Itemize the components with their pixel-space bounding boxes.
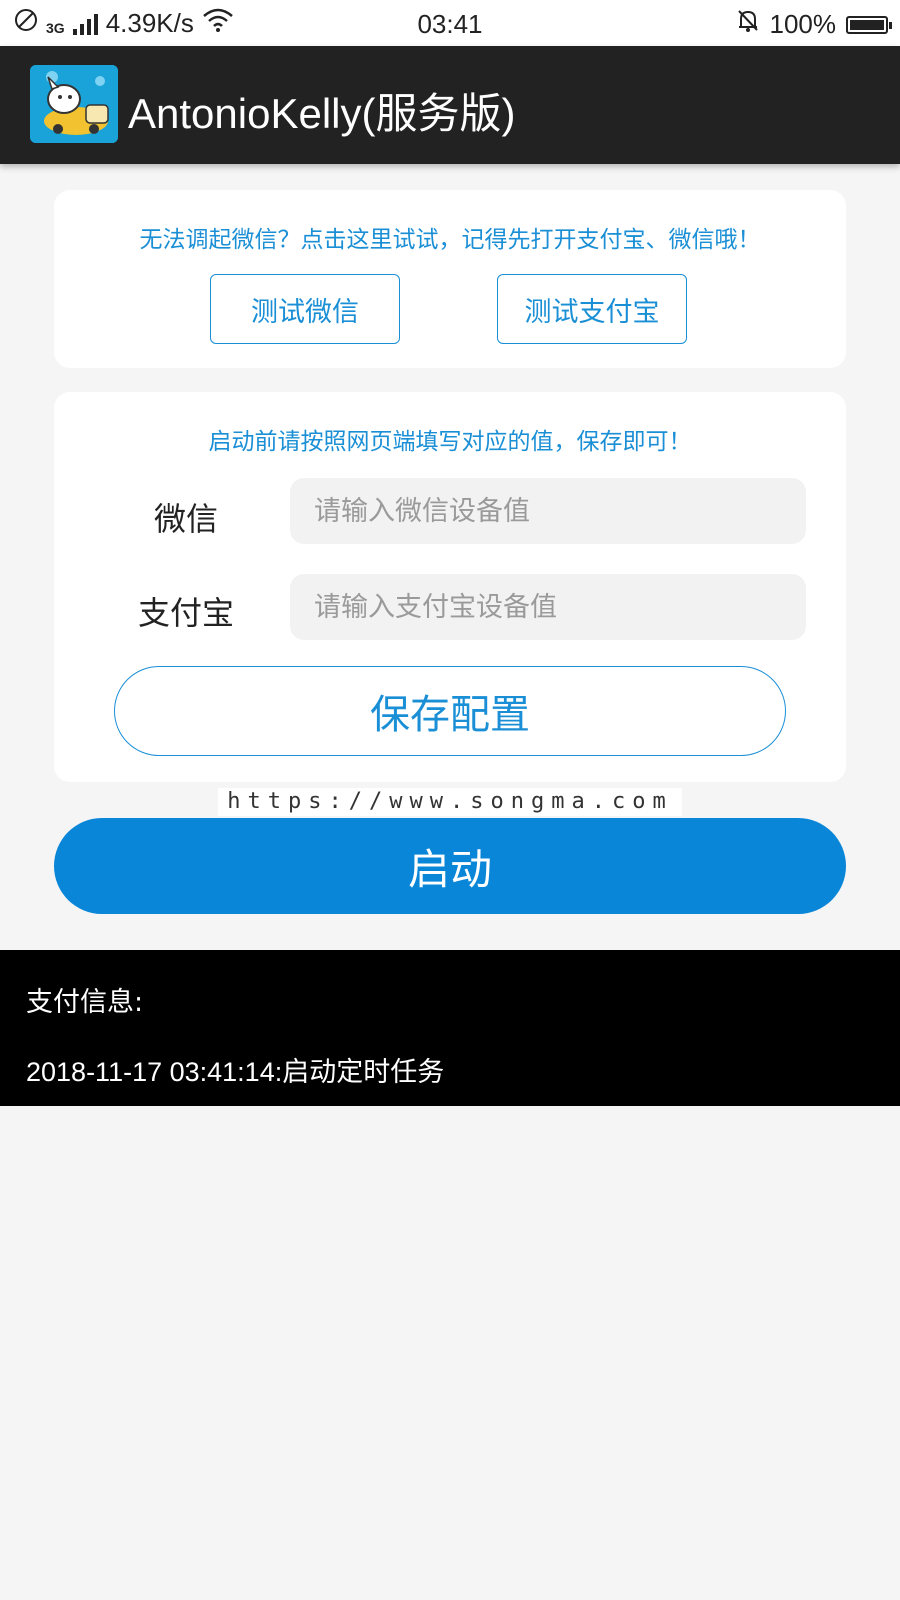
alipay-device-input[interactable] [290,574,806,640]
watermark-url: https://www.songma.com [218,788,682,816]
app-bar: AntonioKelly(服务版) [0,46,900,164]
app-logo-icon [30,65,118,143]
status-bar: 3G 4.39K/s 03:41 100% [0,0,900,46]
test-card: 无法调起微信？点击这里试试，记得先打开支付宝、微信哦！ 测试微信 测试支付宝 [54,190,846,368]
test-wechat-button[interactable]: 测试微信 [210,274,400,344]
battery-icon [846,15,892,34]
battery-fill [850,19,884,30]
save-config-button[interactable]: 保存配置 [114,666,786,756]
config-card: 启动前请按照网页端填写对应的值，保存即可！ 微信 支付宝 保存配置 [54,392,846,782]
start-button[interactable]: 启动 [54,818,846,914]
wechat-label: 微信 [153,500,218,538]
app-title: AntonioKelly(服务版) [128,90,516,137]
test-alipay-button[interactable]: 测试支付宝 [497,274,687,344]
test-hint: 无法调起微信？点击这里试试，记得先打开支付宝、微信哦！ [139,227,761,253]
alarm-off-icon [736,8,760,41]
wechat-device-input[interactable] [290,478,806,544]
status-right: 100% [736,8,892,41]
log-entry: 2018-11-17 03:41:14:启动定时任务 [26,1057,445,1087]
battery-percent: 100% [769,9,837,39]
log-title: 支付信息: [26,987,144,1018]
payment-log-panel: 支付信息: 2018-11-17 03:41:14:启动定时任务 [0,950,900,1106]
alipay-label: 支付宝 [137,594,234,632]
config-hint: 启动前请按照网页端填写对应的值，保存即可！ [208,429,692,455]
